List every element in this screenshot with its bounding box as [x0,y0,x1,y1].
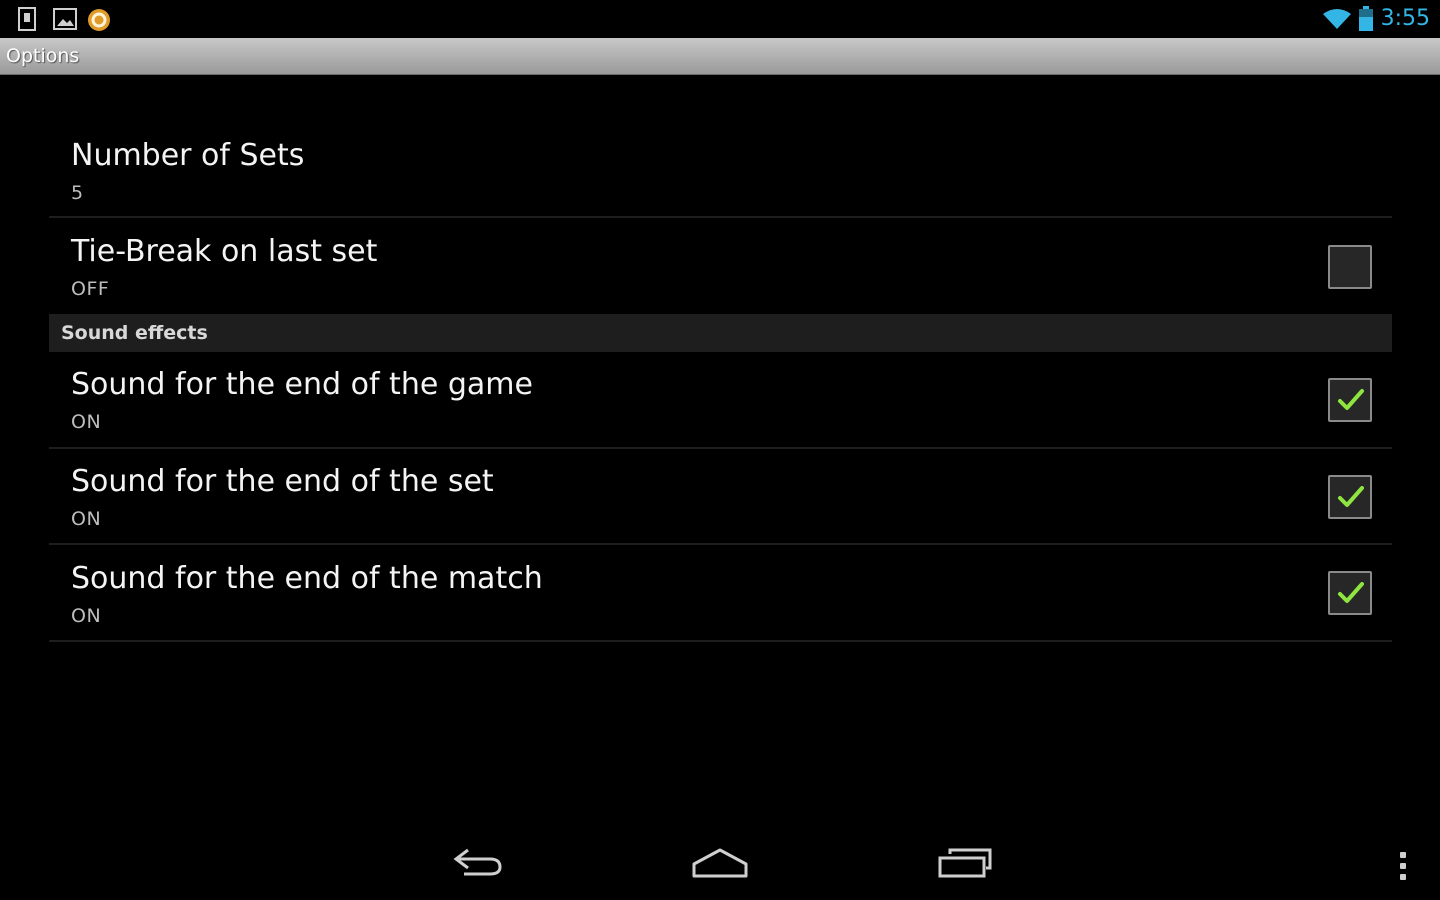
pref-title: Sound for the end of the game [71,367,533,402]
pref-tie-break[interactable]: Tie-Break on last set OFF [49,218,1392,316]
pref-sound-set[interactable]: Sound for the end of the set ON [49,449,1392,545]
pref-title: Tie-Break on last set [71,234,378,269]
category-header: Sound effects [49,316,1392,352]
app-notification-icon [86,7,112,37]
battery-icon [1358,6,1374,36]
checkmark-icon [1338,582,1364,603]
pref-title: Number of Sets [71,138,305,173]
category-label: Sound effects [61,322,208,344]
gallery-icon [52,7,78,35]
preference-list: Number of Sets 5 Tie-Break on last set O… [49,120,1392,642]
navigation-bar [0,830,1440,900]
pref-summary: ON [71,508,102,530]
pref-title: Sound for the end of the match [71,561,543,596]
pref-summary: OFF [71,278,110,300]
checkmark-icon [1338,486,1364,507]
pref-sound-match[interactable]: Sound for the end of the match ON [49,545,1392,642]
screen: 3:55 Options Number of Sets 5 Tie-Break … [0,0,1440,900]
status-bar: 3:55 [0,0,1440,38]
overflow-menu-icon[interactable] [1400,852,1408,885]
tie-break-checkbox[interactable] [1328,245,1372,289]
sound-match-checkbox[interactable] [1328,571,1372,615]
pref-summary: ON [71,411,102,433]
pref-summary: ON [71,605,102,627]
pref-summary: 5 [71,182,84,204]
sd-card-icon [16,7,38,35]
pref-title: Sound for the end of the set [71,464,494,499]
checkmark-icon [1338,389,1364,410]
page-title: Options [6,45,80,67]
pref-sound-game[interactable]: Sound for the end of the game ON [49,352,1392,449]
recent-apps-icon[interactable] [936,840,996,884]
pref-number-of-sets[interactable]: Number of Sets 5 [49,120,1392,218]
home-icon[interactable] [690,840,750,884]
back-icon[interactable] [450,840,504,884]
title-bar: Options [0,38,1440,75]
wifi-icon [1322,8,1352,34]
sound-set-checkbox[interactable] [1328,475,1372,519]
clock: 3:55 [1380,6,1430,31]
sound-game-checkbox[interactable] [1328,378,1372,422]
